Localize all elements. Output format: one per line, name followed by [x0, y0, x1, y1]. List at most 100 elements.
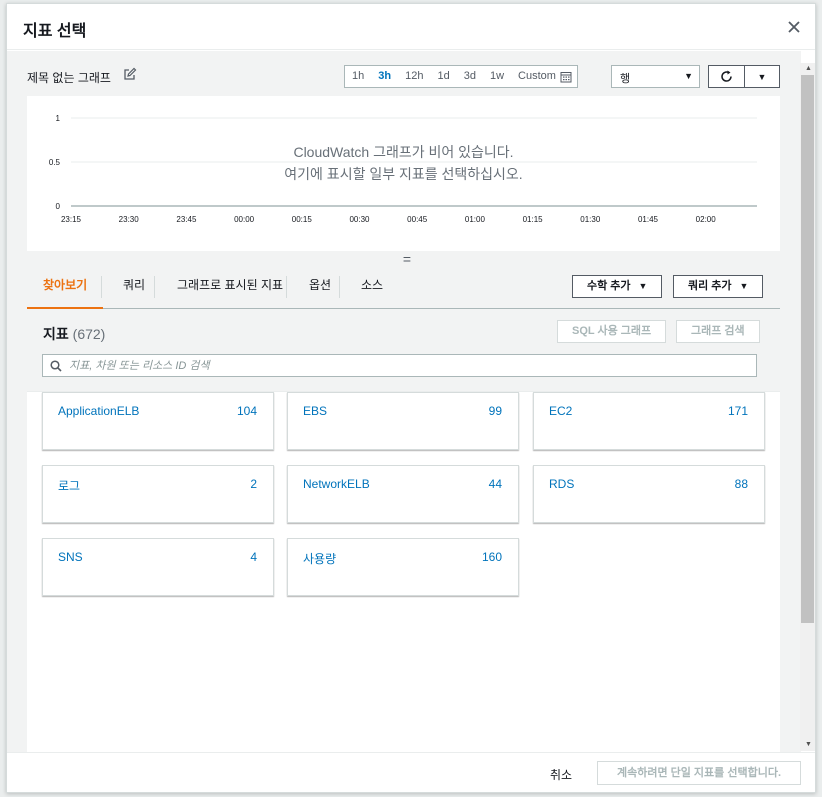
- namespace-name: SNS: [58, 550, 83, 564]
- time-1w[interactable]: 1w: [483, 66, 511, 87]
- namespace-count: 44: [488, 477, 502, 491]
- x-tick-label: 23:15: [61, 215, 82, 224]
- time-3d[interactable]: 3d: [457, 66, 483, 87]
- namespace-card[interactable]: EC2 171: [533, 392, 765, 450]
- namespace-count: 99: [488, 404, 502, 418]
- namespace-name: RDS: [549, 477, 575, 491]
- x-tick-label: 01:00: [465, 215, 486, 224]
- x-tick-label: 02:00: [696, 215, 717, 224]
- time-3h[interactable]: 3h: [371, 66, 398, 87]
- calendar-icon[interactable]: [560, 71, 572, 83]
- x-tick-label: 00:15: [292, 215, 313, 224]
- tab-divider: [154, 276, 155, 298]
- namespace-card[interactable]: EBS 99: [287, 392, 519, 450]
- namespace-name: NetworkELB: [303, 477, 370, 491]
- select-metric-modal: 지표 선택 제목 없는 그래프 1h 3h 12h 1d 3d 1w Custo…: [6, 3, 816, 793]
- chart-type-select[interactable]: 행 ▼: [611, 65, 700, 88]
- refresh-button[interactable]: [709, 66, 745, 87]
- caret-down-icon: ▼: [757, 71, 767, 82]
- chart-type-value: 행: [620, 73, 631, 85]
- x-tick-label: 01:15: [523, 215, 544, 224]
- x-tick-label: 23:30: [119, 215, 140, 224]
- metric-search: [42, 354, 757, 377]
- namespace-card[interactable]: RDS 88: [533, 465, 765, 523]
- time-custom[interactable]: Custom: [511, 66, 560, 87]
- namespace-name: 로그: [58, 479, 81, 493]
- confirm-button[interactable]: 계속하려면 단일 지표를 선택합니다.: [597, 761, 801, 785]
- refresh-options-button[interactable]: ▼: [745, 66, 779, 87]
- namespace-count: 160: [481, 550, 502, 564]
- search-input[interactable]: [69, 357, 749, 374]
- close-icon: [788, 21, 800, 33]
- scroll-down-arrow-icon[interactable]: ▼: [800, 739, 815, 751]
- scrollbar[interactable]: ▲ ▼: [800, 63, 815, 751]
- time-1h[interactable]: 1h: [345, 66, 371, 87]
- time-1d[interactable]: 1d: [430, 66, 456, 87]
- tab-divider: [339, 276, 340, 298]
- tab-source[interactable]: 소스: [345, 273, 399, 309]
- namespace-card[interactable]: NetworkELB 44: [287, 465, 519, 523]
- namespace-count: 88: [734, 477, 748, 491]
- edit-icon[interactable]: [123, 67, 137, 81]
- caret-down-icon: ▼: [638, 281, 648, 291]
- graph-area: 0 0.5 1 23:15 23:30 23:45 00:00 00:15 00:30 00:45…: [27, 96, 780, 251]
- modal-header: 지표 선택: [7, 4, 815, 50]
- modal-footer: 취소 계속하려면 단일 지표를 선택합니다.: [7, 752, 815, 792]
- tabs: 찾아보기 쿼리 그래프로 표시된 지표 옵션 소스 수학 추가 ▼ 쿼리 추가 ▼: [27, 273, 780, 309]
- time-range-selector: 1h 3h 12h 1d 3d 1w Custom: [344, 65, 578, 88]
- y-tick-label: 0: [56, 202, 61, 211]
- search-icon: [50, 360, 62, 372]
- x-tick-label: 01:30: [580, 215, 601, 224]
- graph-search-button[interactable]: 그래프 검색: [676, 320, 760, 343]
- x-tick-label: 00:00: [234, 215, 255, 224]
- close-button[interactable]: [783, 16, 805, 38]
- sql-graph-button[interactable]: SQL 사용 그래프: [557, 320, 667, 343]
- add-query-button[interactable]: 쿼리 추가 ▼: [673, 275, 764, 298]
- namespace-name: EBS: [303, 404, 328, 418]
- namespace-count: 4: [250, 550, 257, 564]
- tab-divider: [286, 276, 287, 298]
- metrics-header: 지표 (672) SQL 사용 그래프 그래프 검색: [27, 310, 780, 392]
- namespace-card[interactable]: ApplicationELB 104: [42, 392, 274, 450]
- metrics-title-label: 지표: [43, 326, 69, 342]
- resize-handle[interactable]: =: [400, 251, 414, 267]
- namespace-count: 2: [250, 477, 257, 491]
- empty-graph-message: CloudWatch 그래프가 비어 있습니다. 여기에 표시할 일부 지표를 …: [27, 141, 780, 185]
- metrics-title: 지표 (672): [43, 324, 105, 344]
- y-tick-label: 1: [56, 114, 61, 123]
- empty-line-1: CloudWatch 그래프가 비어 있습니다.: [293, 144, 514, 160]
- namespace-name: 사용량: [303, 552, 337, 566]
- empty-line-2: 여기에 표시할 일부 지표를 선택하십시오.: [284, 166, 523, 182]
- namespace-count: 104: [236, 404, 257, 418]
- x-tick-label: 01:45: [638, 215, 659, 224]
- tab-browse[interactable]: 찾아보기: [27, 273, 104, 309]
- scroll-up-arrow-icon[interactable]: ▲: [800, 63, 815, 75]
- namespace-card[interactable]: 로그 2: [42, 465, 274, 523]
- namespace-card[interactable]: SNS 4: [42, 538, 274, 596]
- add-math-button[interactable]: 수학 추가 ▼: [572, 275, 663, 298]
- tab-graphed-metrics[interactable]: 그래프로 표시된 지표: [161, 273, 299, 309]
- refresh-icon: [721, 70, 732, 82]
- add-query-label: 쿼리 추가: [688, 280, 732, 292]
- modal-content: 제목 없는 그래프 1h 3h 12h 1d 3d 1w Custom 행 ▼: [7, 51, 801, 752]
- namespace-name: EC2: [549, 404, 573, 418]
- scroll-thumb[interactable]: [801, 75, 814, 623]
- tab-divider: [101, 276, 102, 298]
- namespace-count: 171: [727, 404, 748, 418]
- graph-title: 제목 없는 그래프: [27, 71, 111, 85]
- metrics-count: (672): [72, 326, 106, 342]
- tab-query[interactable]: 쿼리: [107, 273, 161, 309]
- x-tick-label: 23:45: [176, 215, 197, 224]
- modal-title: 지표 선택: [23, 23, 87, 40]
- x-tick-label: 00:45: [407, 215, 428, 224]
- x-tick-label: 00:30: [349, 215, 370, 224]
- add-math-label: 수학 추가: [587, 280, 631, 292]
- refresh-group: ▼: [708, 65, 780, 88]
- chevron-down-icon: ▼: [684, 71, 693, 81]
- caret-down-icon: ▼: [739, 281, 749, 291]
- namespace-name: ApplicationELB: [58, 404, 140, 418]
- cancel-button[interactable]: 취소: [550, 766, 572, 783]
- time-12h[interactable]: 12h: [398, 66, 430, 87]
- namespace-cards: ApplicationELB 104 EBS 99 EC2 171 로그 2 NetworkEL…: [27, 392, 780, 752]
- namespace-card[interactable]: 사용량 160: [287, 538, 519, 596]
